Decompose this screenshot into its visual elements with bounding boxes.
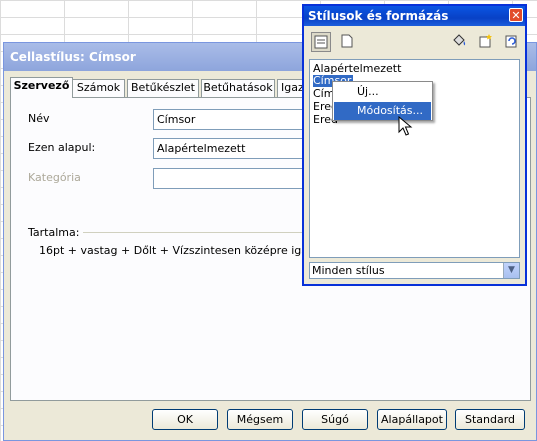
category-field[interactable]: [153, 168, 313, 189]
context-menu: Új... Módosítás...: [332, 81, 433, 121]
panel-titlebar: Stílusok és formázás ✕: [304, 6, 525, 26]
update-style-icon[interactable]: [501, 32, 521, 52]
style-filter-select[interactable]: Minden stílus ▼: [309, 262, 520, 279]
menu-item-modify[interactable]: Módosítás...: [334, 102, 431, 120]
cell-styles-icon[interactable]: [311, 32, 331, 52]
menu-item-new[interactable]: Új...: [334, 83, 431, 101]
category-label: Kategória: [28, 171, 81, 184]
close-icon[interactable]: ✕: [509, 8, 523, 22]
styles-panel: Stílusok és formázás ✕ Alapértelmezett C…: [302, 4, 527, 286]
help-button[interactable]: Súgó: [302, 409, 368, 430]
standard-button[interactable]: Standard: [455, 409, 525, 430]
cancel-button[interactable]: Mégsem: [227, 409, 293, 430]
panel-title: Stílusok és formázás: [308, 9, 449, 23]
new-style-icon[interactable]: [475, 32, 495, 52]
contents-value: 16pt + vastag + Dőlt + Vízszintesen közé…: [39, 244, 337, 257]
name-label: Név: [28, 112, 50, 125]
chevron-down-icon[interactable]: ▼: [503, 263, 519, 278]
ok-button[interactable]: OK: [152, 409, 218, 430]
based-on-label: Ezen alapul:: [28, 141, 96, 154]
tab-organizer[interactable]: Szervező: [10, 77, 73, 98]
name-field[interactable]: Címsor: [153, 109, 313, 130]
based-on-field[interactable]: Alapértelmezett: [153, 138, 313, 159]
page-styles-icon[interactable]: [337, 32, 357, 52]
tab-font-effects[interactable]: Betűhatások: [201, 79, 275, 97]
style-filter-value: Minden stílus: [312, 264, 385, 277]
reset-button[interactable]: Alapállapot: [377, 409, 447, 430]
tab-font[interactable]: Betűkészlet: [127, 79, 199, 97]
mouse-pointer-icon: [398, 116, 413, 136]
tab-numbers[interactable]: Számok: [72, 79, 125, 97]
fill-format-icon[interactable]: [449, 32, 469, 52]
contents-label: Tartalma:: [28, 226, 80, 239]
